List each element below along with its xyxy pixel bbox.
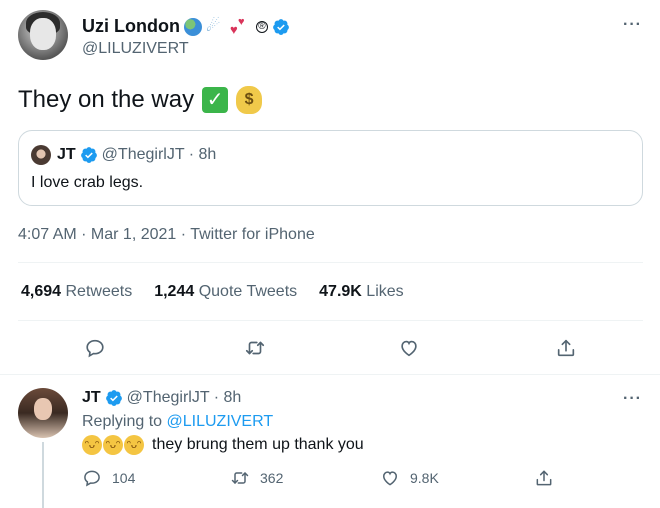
reply-author-name[interactable]: JT: [82, 389, 101, 407]
share-icon: [536, 470, 552, 486]
tweet-actions: [0, 336, 660, 360]
avatar-face: [34, 398, 52, 420]
hearts-emoji-icon: ♥ ♥: [229, 15, 245, 37]
laughing-emoji-icon: ᵔᴗᵔ: [124, 435, 144, 455]
quote-tweets-stat[interactable]: 1,244 Quote Tweets: [154, 283, 297, 301]
retweet-icon[interactable]: [243, 336, 267, 360]
laughing-emoji-icon: ᵔᴗᵔ: [103, 435, 123, 455]
check-mark-emoji-icon: ✓: [202, 87, 229, 113]
likes-label: Likes: [366, 283, 404, 300]
quoted-tweet-header: JT @ThegirlJT · 8h: [57, 146, 216, 164]
replying-to-link[interactable]: @LILUZIVERT: [167, 413, 274, 430]
engagement-stats: 4,694 Retweets 1,244 Quote Tweets 47.9K …: [21, 283, 404, 301]
laughing-emoji-icon: ᵔᴗᵔ: [82, 435, 102, 455]
quoted-handle-time: @ThegirlJT · 8h: [101, 146, 217, 163]
author-name-row[interactable]: Uzi London ☄ ♥ ♥ ®: [82, 16, 290, 37]
money-bag-emoji-icon: $: [236, 86, 263, 114]
verified-badge-icon: [80, 147, 97, 163]
section-divider: [0, 374, 660, 375]
tweet-timestamp[interactable]: 4:07 AM · Mar 1, 2021 · Twitter for iPho…: [18, 226, 315, 244]
share-icon[interactable]: [554, 336, 578, 360]
reply-actions: 104 362 9.8K: [82, 468, 562, 490]
replying-to-prefix: Replying to: [82, 413, 163, 430]
likes-stat[interactable]: 47.9K Likes: [319, 283, 404, 301]
divider: [18, 320, 643, 321]
reply-more-options-icon[interactable]: ···: [623, 390, 642, 408]
quote-tweets-count: 1,244: [154, 283, 195, 300]
quoted-author-avatar: [31, 145, 51, 165]
reply-retweet-button[interactable]: 362: [230, 468, 283, 488]
reply-icon: [84, 470, 100, 487]
globe-emoji-icon: [183, 17, 202, 36]
quoted-tweet-text: I love crab legs.: [31, 174, 144, 191]
thread-line: [42, 442, 44, 508]
quote-tweets-label: Quote Tweets: [198, 283, 298, 300]
quoted-tweet-card[interactable]: JT @ThegirlJT · 8h I love crab legs.: [18, 130, 643, 206]
reply-body: they brung them up thank you: [152, 436, 364, 453]
verified-badge-icon: [105, 390, 122, 406]
more-options-icon[interactable]: ···: [623, 16, 642, 34]
reply-icon[interactable]: [83, 336, 107, 360]
like-icon[interactable]: [397, 336, 421, 360]
laughing-emojis: ᵔᴗᵔ ᵔᴗᵔ ᵔᴗᵔ: [82, 435, 144, 455]
tweet-text: They on the way ✓ $: [18, 86, 263, 114]
replying-to: Replying to @LILUZIVERT: [82, 413, 273, 431]
reply-author-avatar[interactable]: [18, 388, 68, 438]
like-count: 9.8K: [410, 470, 439, 486]
comet-emoji-icon: ☄: [205, 17, 221, 35]
retweet-count: 362: [260, 470, 284, 486]
quoted-author-name: JT: [57, 146, 76, 163]
retweets-label: Retweets: [65, 283, 133, 300]
author-handle[interactable]: @LILUZIVERT: [82, 40, 189, 58]
like-icon: [382, 471, 398, 486]
avatar-face: [30, 18, 56, 50]
reply-count: 104: [112, 470, 136, 486]
retweets-stat[interactable]: 4,694 Retweets: [21, 283, 132, 301]
author-name[interactable]: Uzi London: [82, 16, 180, 37]
reply-reply-button[interactable]: 104: [82, 468, 135, 488]
reply-like-button[interactable]: 9.8K: [380, 468, 439, 488]
registered-icon: ®: [255, 20, 268, 33]
reply-handle-time[interactable]: @ThegirlJT · 8h: [127, 389, 242, 407]
author-avatar[interactable]: [18, 10, 68, 60]
likes-count: 47.9K: [319, 283, 362, 300]
verified-badge-icon: [273, 18, 289, 35]
reply-share-button[interactable]: [534, 468, 554, 488]
reply-header: JT @ThegirlJT · 8h: [82, 389, 241, 407]
tweet-body: They on the way: [18, 86, 195, 113]
retweets-count: 4,694: [21, 283, 62, 300]
reply-text: ᵔᴗᵔ ᵔᴗᵔ ᵔᴗᵔ they brung them up thank you: [82, 435, 364, 455]
retweet-icon: [231, 472, 249, 484]
divider: [18, 262, 643, 263]
